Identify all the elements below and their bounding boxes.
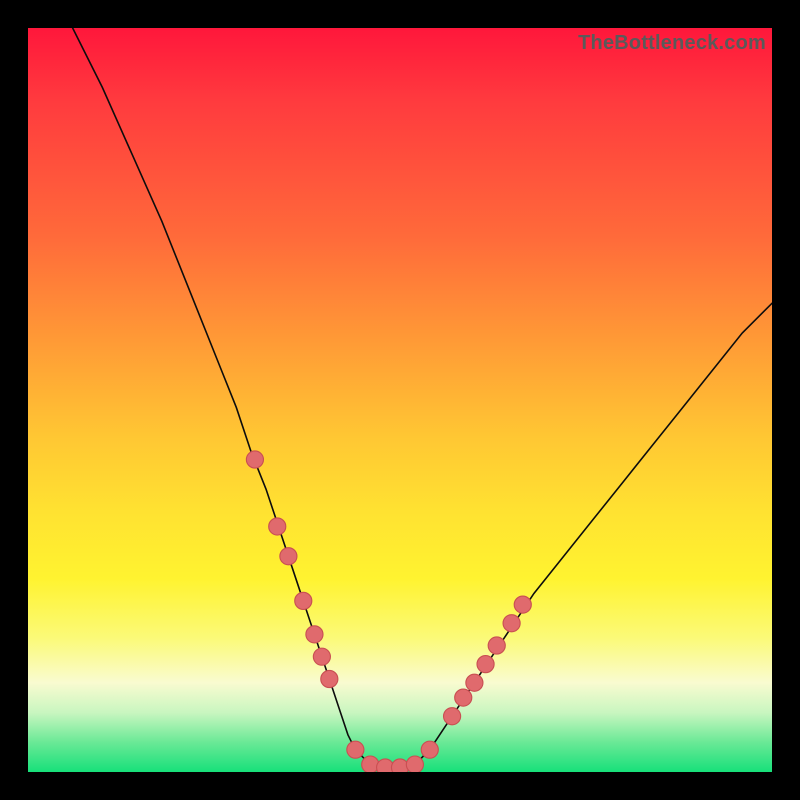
marker-dot — [406, 756, 423, 772]
marker-dot — [246, 451, 263, 468]
marker-dot — [321, 670, 338, 687]
bottleneck-curve — [73, 28, 772, 768]
marker-dot — [306, 626, 323, 643]
marker-dot — [313, 648, 330, 665]
marker-dot — [455, 689, 472, 706]
marker-dot — [280, 548, 297, 565]
marker-dot — [444, 708, 461, 725]
plot-area: TheBottleneck.com — [28, 28, 772, 772]
marker-dot — [514, 596, 531, 613]
marker-dot — [421, 741, 438, 758]
marker-dot — [466, 674, 483, 691]
marker-dot — [377, 759, 394, 772]
marker-dot — [347, 741, 364, 758]
marker-dot — [488, 637, 505, 654]
marker-dot — [477, 656, 494, 673]
chart-frame: TheBottleneck.com — [0, 0, 800, 800]
chart-svg — [28, 28, 772, 772]
marker-dot — [362, 756, 379, 772]
highlight-markers — [246, 451, 531, 772]
marker-dot — [503, 615, 520, 632]
marker-dot — [295, 592, 312, 609]
marker-dot — [269, 518, 286, 535]
